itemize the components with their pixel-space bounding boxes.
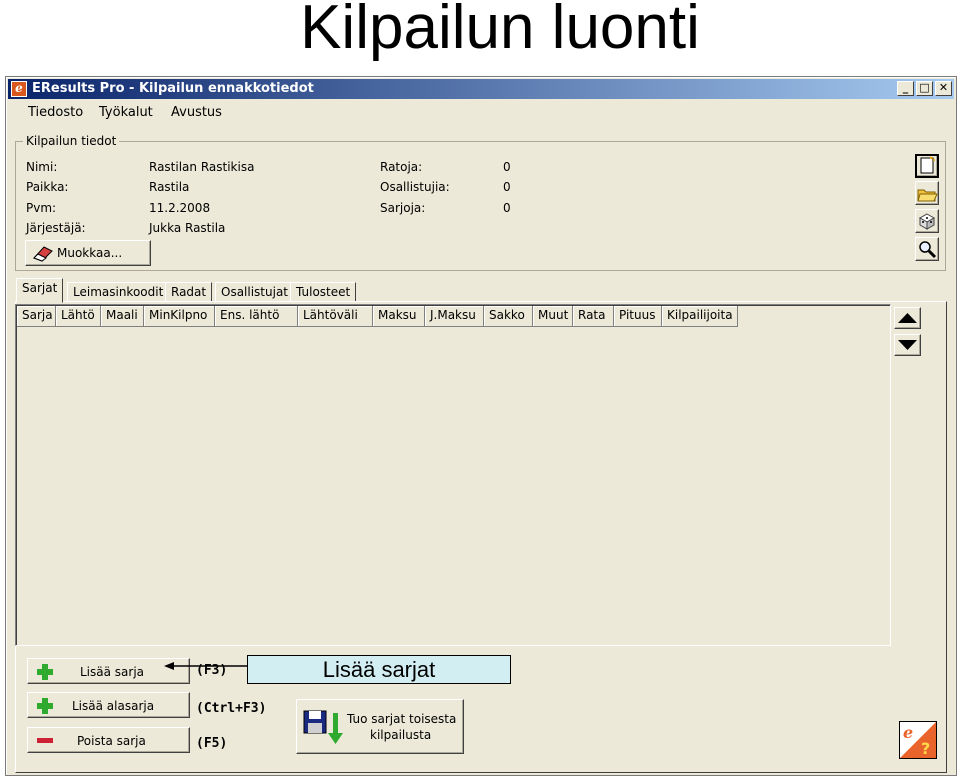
add-subseries-button[interactable]: Lisää alasarja <box>27 692 190 718</box>
arrow-up-icon <box>898 313 917 323</box>
label-courses: Ratoja: <box>380 160 423 174</box>
open-folder-icon <box>917 189 938 202</box>
arrow-down-icon <box>898 340 917 350</box>
tab-leimasinkoodit[interactable]: Leimasinkoodit <box>67 282 170 302</box>
value-courses: 0 <box>503 160 511 174</box>
new-document-icon <box>920 156 935 174</box>
svg-text:e: e <box>903 723 913 742</box>
help-logo[interactable]: e ? <box>899 721 937 759</box>
label-series-count: Sarjoja: <box>380 201 426 215</box>
callout-box: Lisää sarjat <box>247 655 511 684</box>
eraser-icon <box>33 246 53 262</box>
value-organizer: Jukka Rastila <box>149 221 226 235</box>
move-down-button[interactable] <box>894 334 921 356</box>
magnifier-icon <box>919 241 937 259</box>
value-participants: 0 <box>503 180 511 194</box>
menu-tiedosto[interactable]: Tiedosto <box>28 105 83 120</box>
value-name: Rastilan Rastikisa <box>149 160 255 174</box>
col-lahto[interactable]: Lähtö <box>56 306 101 327</box>
import-series-label-1: Tuo sarjat toisesta <box>347 712 457 726</box>
delete-series-shortcut: (F5) <box>196 736 228 751</box>
dice-icon <box>918 213 936 230</box>
minus-icon <box>37 738 53 743</box>
col-lahtovali[interactable]: Lähtöväli <box>298 306 373 327</box>
search-button[interactable] <box>915 237 939 261</box>
edit-button-label: Muokkaa... <box>57 246 123 260</box>
col-rata[interactable]: Rata <box>573 306 614 327</box>
callout-arrow <box>164 662 248 670</box>
menu-bar: Tiedosto Työkalut Avustus <box>8 101 954 123</box>
plus-icon <box>37 664 53 680</box>
col-j-maksu[interactable]: J.Maksu <box>425 306 484 327</box>
label-name: Nimi: <box>26 160 58 174</box>
col-pituus[interactable]: Pituus <box>614 306 662 327</box>
add-subseries-shortcut: (Ctrl+F3) <box>196 701 267 716</box>
maximize-button[interactable]: □ <box>916 81 933 96</box>
add-series-label: Lisää sarja <box>80 665 145 679</box>
import-series-label-2: kilpailusta <box>370 728 432 742</box>
minimize-button[interactable]: _ <box>897 81 914 96</box>
series-grid[interactable]: Sarja Lähtö Maali MinKilpno Ens. lähtö L… <box>15 304 891 646</box>
delete-series-button[interactable]: Poista sarja <box>27 727 190 753</box>
value-series-count: 0 <box>503 201 511 215</box>
import-series-button[interactable]: Tuo sarjat toisesta kilpailusta <box>296 699 464 754</box>
svg-text:?: ? <box>921 739 930 758</box>
move-up-button[interactable] <box>894 307 921 329</box>
menu-tyokalut[interactable]: Työkalut <box>99 105 153 120</box>
tab-tulosteet[interactable]: Tulosteet <box>290 282 357 302</box>
close-button[interactable]: ✕ <box>935 81 952 96</box>
col-muut[interactable]: Muut <box>533 306 573 327</box>
title-bar: e EResults Pro - Kilpailun ennakkotiedot… <box>8 79 954 99</box>
delete-series-label: Poista sarja <box>77 734 146 748</box>
label-organizer: Järjestäjä: <box>26 221 86 235</box>
add-subseries-label: Lisää alasarja <box>72 699 155 713</box>
tab-osallistujat[interactable]: Osallistujat <box>215 282 295 302</box>
value-place: Rastila <box>149 180 190 194</box>
new-button[interactable] <box>915 154 939 178</box>
value-date: 11.2.2008 <box>149 201 211 215</box>
menu-avustus[interactable]: Avustus <box>171 105 222 120</box>
col-sakko[interactable]: Sakko <box>484 306 533 327</box>
edit-button[interactable]: Muokkaa... <box>25 240 151 266</box>
label-place: Paikka: <box>26 180 69 194</box>
col-minkilpno[interactable]: MinKilpno <box>144 306 215 327</box>
col-ens-lahto[interactable]: Ens. lähtö <box>215 306 298 327</box>
label-participants: Osallistujia: <box>380 180 450 194</box>
col-sarja[interactable]: Sarja <box>17 306 56 327</box>
group-label: Kilpailun tiedot <box>23 134 120 148</box>
col-maali[interactable]: Maali <box>101 306 144 327</box>
col-maksu[interactable]: Maksu <box>373 306 425 327</box>
tab-sarjat[interactable]: Sarjat <box>16 278 64 303</box>
floppy-import-icon <box>303 710 343 744</box>
eresults-logo-icon: e <box>11 81 27 97</box>
window-title: EResults Pro - Kilpailun ennakkotiedot <box>32 81 314 96</box>
open-button[interactable] <box>915 181 939 205</box>
random-button[interactable] <box>915 209 939 233</box>
tab-radat[interactable]: Radat <box>165 282 213 302</box>
help-icon: e ? <box>900 722 936 758</box>
plus-icon <box>37 698 53 714</box>
col-kilpailijoita[interactable]: Kilpailijoita <box>662 306 738 327</box>
label-date: Pvm: <box>26 201 57 215</box>
slide-title: Kilpailun luonti <box>300 0 700 62</box>
